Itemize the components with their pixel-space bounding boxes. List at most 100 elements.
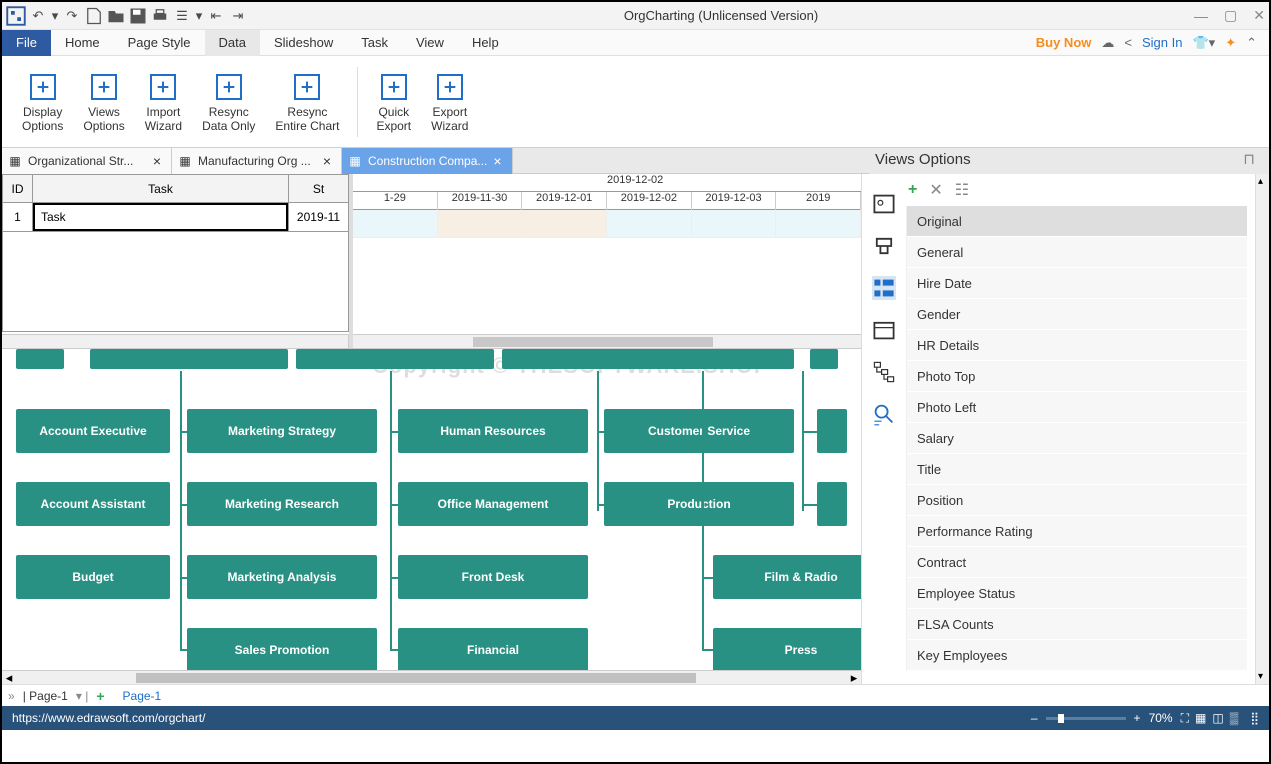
brush-icon[interactable] [872,234,896,258]
task-grid[interactable]: ID Task St 1 2019-11 [2,174,349,348]
chart-canvas[interactable]: Copyright © THESOFTWARE.SHOP Account Exe… [2,349,861,670]
chart-icon[interactable]: ☰ [172,6,192,26]
add-page-button[interactable]: + [96,688,104,704]
gantt-hscroll[interactable] [353,334,861,348]
doc-tab[interactable]: ▦Organizational Str...× [2,148,172,174]
doc-tab[interactable]: ▦Construction Compa...× [342,148,513,174]
view-option-item[interactable]: General [907,237,1247,268]
org-node[interactable] [817,409,847,453]
org-node[interactable]: Account Executive [16,409,170,453]
menu-file[interactable]: File [2,30,51,56]
org-node[interactable]: Marketing Research [187,482,377,526]
collapse-ribbon-icon[interactable]: ⌃ [1246,35,1257,51]
task-cell-editing[interactable] [33,203,289,232]
list-view-icon[interactable] [872,276,896,300]
tab-close-icon[interactable]: × [323,153,331,169]
ribbon-display[interactable]: DisplayOptions [12,70,73,134]
ribbon-resync[interactable]: ResyncData Only [192,70,265,134]
save-icon[interactable] [128,6,148,26]
org-node[interactable] [810,349,838,369]
ribbon-quick[interactable]: QuickExport [366,70,421,134]
menu-slideshow[interactable]: Slideshow [260,30,347,56]
start-cell[interactable]: 2019-11 [289,203,349,232]
views-vscroll[interactable]: ▴ ▾ [1255,174,1269,684]
view-option-item[interactable]: Title [907,454,1247,485]
minimize-icon[interactable]: — [1194,8,1208,24]
menu-home[interactable]: Home [51,30,114,56]
share-icon[interactable]: < [1124,35,1132,50]
task-input[interactable] [39,205,282,229]
col-start[interactable]: St [289,175,349,203]
view-option-item[interactable]: Hire Date [907,268,1247,299]
org-node[interactable]: Sales Promotion [187,628,377,670]
page-tab[interactable]: Page-1 [123,689,162,703]
config-view-button[interactable]: ☷ [955,180,969,200]
tree-icon[interactable] [872,360,896,384]
status-url[interactable]: https://www.edrawsoft.com/orgchart/ [12,711,205,725]
menu-data[interactable]: Data [205,30,260,56]
ribbon-export[interactable]: ExportWizard [421,70,478,134]
org-node[interactable]: Human Resources [398,409,588,453]
insert-right-icon[interactable]: ⇥ [228,6,248,26]
view-option-item[interactable]: Gender [907,299,1247,330]
org-node[interactable]: Office Management [398,482,588,526]
pin-icon[interactable]: ⊓ [1243,150,1255,168]
new-icon[interactable] [84,6,104,26]
page-dropdown-icon[interactable]: ▾ | [76,689,88,703]
org-node[interactable]: Budget [16,555,170,599]
view-option-item[interactable]: Employee Status [907,578,1247,609]
org-node[interactable] [90,349,288,369]
zoom-in-button[interactable]: + [1134,711,1141,725]
maximize-icon[interactable]: ▢ [1224,7,1237,24]
insert-left-icon[interactable]: ⇤ [206,6,226,26]
search-filter-icon[interactable] [872,402,896,426]
org-node[interactable]: Production [604,482,794,526]
close-icon[interactable]: ✕ [1253,7,1265,24]
org-node[interactable]: Press [713,628,861,670]
view-option-item[interactable]: Photo Left [907,392,1247,423]
print-icon[interactable] [150,6,170,26]
page-current[interactable]: | Page-1 [23,689,68,703]
zoom-out-button[interactable]: – [1031,711,1038,725]
fit-page-icon[interactable]: ⛶ [1181,711,1189,726]
menu-help[interactable]: Help [458,30,513,56]
doc-tab[interactable]: ▦Manufacturing Org ...× [172,148,342,174]
view-option-item[interactable]: FLSA Counts [907,609,1247,640]
view-option-item[interactable]: Position [907,485,1247,516]
fit-height-icon[interactable]: ◫ [1212,711,1223,726]
tab-close-icon[interactable]: × [153,153,161,169]
org-node[interactable]: Financial [398,628,588,670]
org-node[interactable] [817,482,847,526]
calendar-icon[interactable] [872,318,896,342]
ribbon-resync[interactable]: ResyncEntire Chart [265,70,349,134]
view-option-item[interactable]: Key Employees [907,640,1247,671]
org-node[interactable]: Front Desk [398,555,588,599]
row-id[interactable]: 1 [3,203,33,232]
add-view-button[interactable]: + [908,181,917,199]
menu-view[interactable]: View [402,30,458,56]
ribbon-views[interactable]: ViewsOptions [73,70,134,134]
org-node[interactable]: Film & Radio [713,555,861,599]
view-option-item[interactable]: Photo Top [907,361,1247,392]
view-option-item[interactable]: Performance Rating [907,516,1247,547]
col-id[interactable]: ID [3,175,33,203]
grid-icon[interactable]: ▒ [1230,711,1239,726]
org-node[interactable]: Marketing Strategy [187,409,377,453]
col-task[interactable]: Task [33,175,289,203]
zoom-slider[interactable] [1046,717,1126,720]
view-option-item[interactable]: HR Details [907,330,1247,361]
dropdown2-icon[interactable]: ▾ [194,6,204,26]
view-option-item[interactable]: Salary [907,423,1247,454]
delete-view-button[interactable]: ✕ [929,180,942,200]
view-option-item[interactable]: Original [907,206,1247,237]
org-node[interactable]: Customer Service [604,409,794,453]
org-node[interactable]: Marketing Analysis [187,555,377,599]
canvas-hscroll[interactable]: ◂ ▸ [2,670,861,684]
org-node[interactable] [502,349,794,369]
sign-in-button[interactable]: Sign In [1142,35,1182,50]
open-icon[interactable] [106,6,126,26]
page-menu-icon[interactable]: » [8,689,15,703]
org-node[interactable] [16,349,64,369]
org-node[interactable]: Account Assistant [16,482,170,526]
menu-task[interactable]: Task [347,30,402,56]
